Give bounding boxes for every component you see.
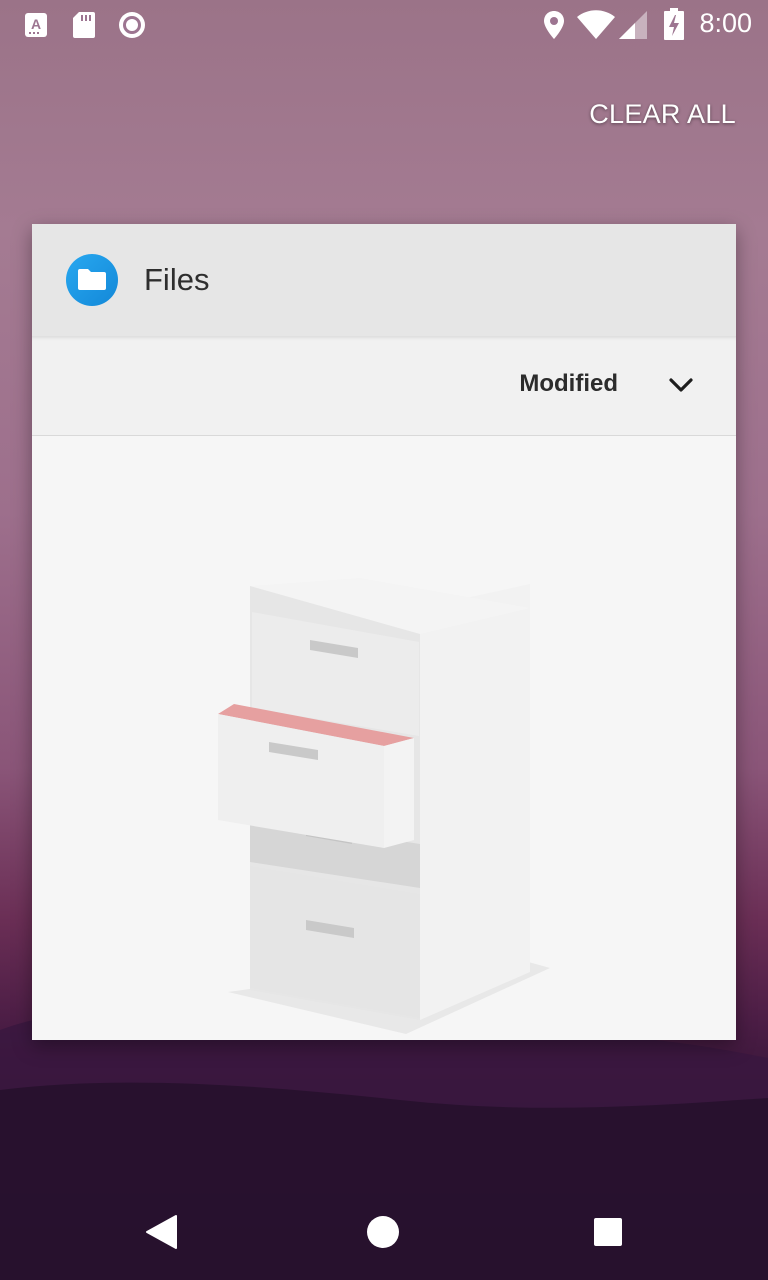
files-task-card[interactable]: Files Modified [32, 224, 736, 1040]
svg-text:A: A [31, 16, 41, 32]
clear-all-button[interactable]: CLEAR ALL [589, 96, 736, 132]
empty-state-area [32, 436, 736, 1040]
battery-charging-icon [664, 8, 684, 40]
status-bar-clock: 8:00 [699, 8, 752, 38]
recents-screen: A 8:00 CLEAR ALL Files Modified [0, 0, 768, 1280]
sd-card-icon [73, 12, 95, 38]
app-title: Files [144, 262, 210, 297]
a-notification-icon: A [25, 13, 47, 37]
folder-icon [66, 254, 118, 306]
record-icon [119, 12, 145, 38]
chevron-down-icon[interactable] [666, 370, 696, 400]
status-bar: A 8:00 [0, 0, 768, 50]
cell-signal-icon [619, 11, 647, 39]
task-card-header[interactable]: Files [32, 224, 736, 336]
file-cabinet-illustration [218, 578, 550, 1034]
wifi-icon [577, 10, 615, 39]
location-icon [544, 11, 564, 39]
navigation-bar [0, 1184, 768, 1280]
overview-icon[interactable] [593, 1217, 623, 1247]
sort-bar: Modified [32, 336, 736, 436]
home-icon[interactable] [366, 1215, 400, 1249]
sort-dropdown-label[interactable]: Modified [519, 366, 618, 402]
back-icon[interactable] [144, 1214, 178, 1250]
